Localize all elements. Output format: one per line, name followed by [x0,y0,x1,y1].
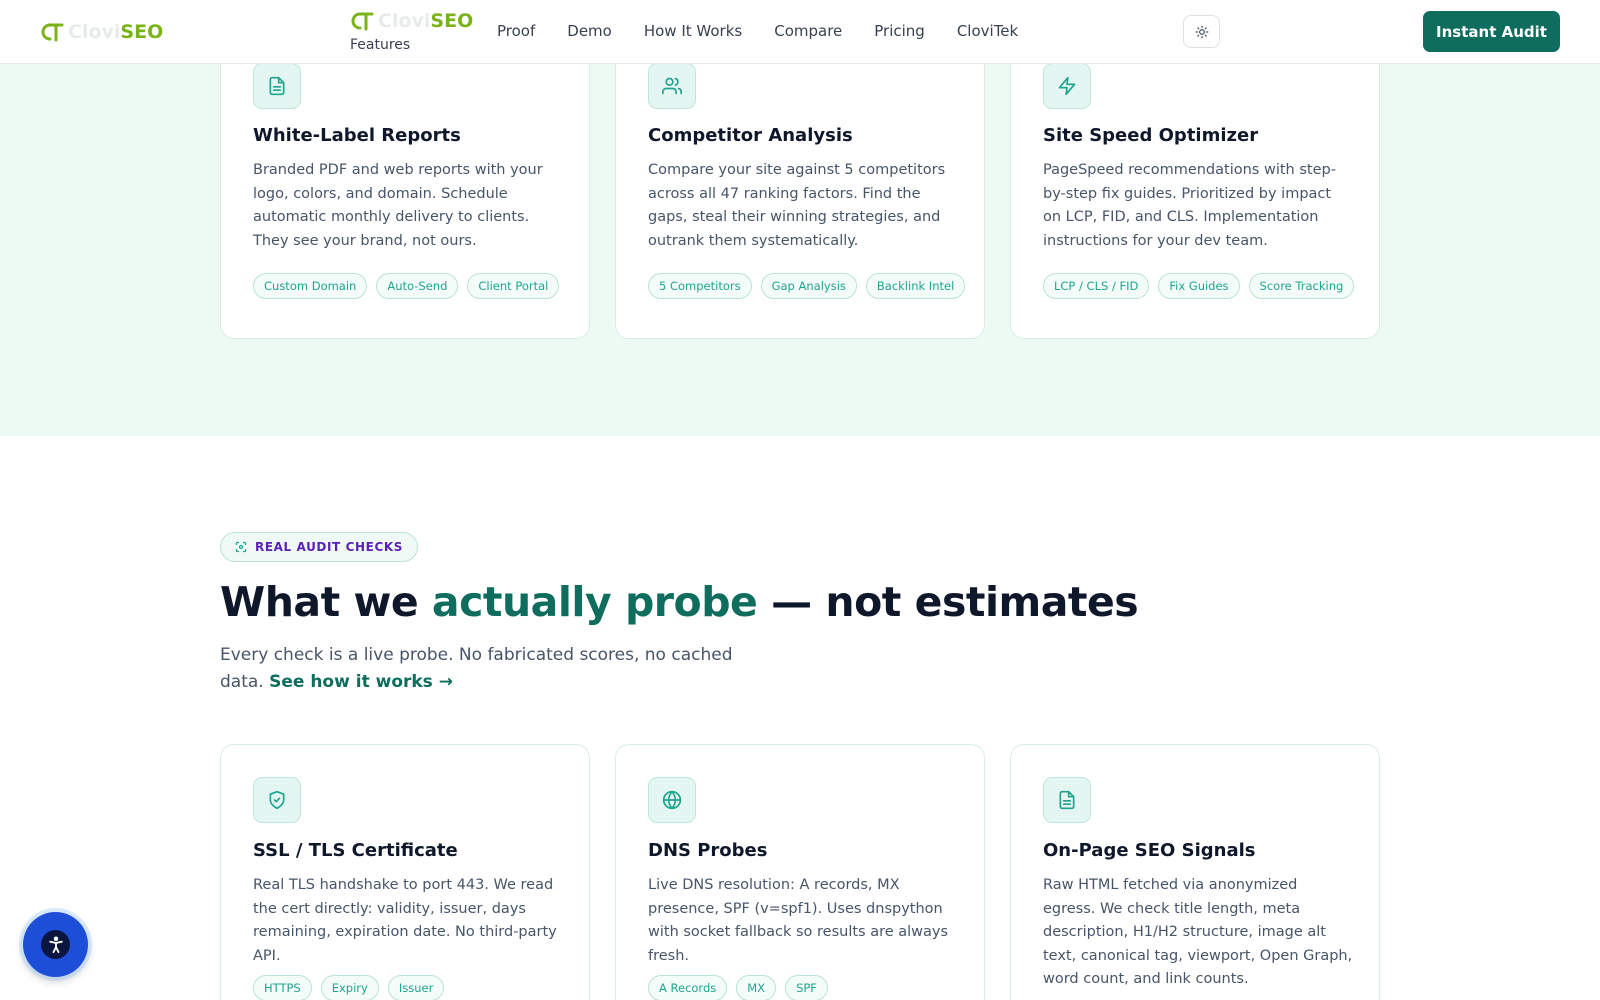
users-icon [648,63,696,109]
tag: 5 Competitors [648,273,752,299]
tag: Issuer [387,975,445,1000]
section-badge: REAL AUDIT CHECKS [220,532,418,562]
tag-list: 5 Competitors Gap Analysis Backlink Inte… [648,273,966,299]
headline-accent: actually probe [431,578,758,626]
document-icon [253,63,301,109]
main-nav: Proof Demo How It Works Compare Pricing … [497,22,1018,40]
sun-icon [1195,25,1208,38]
tag: Gap Analysis [760,273,857,299]
tag-list: HTTPS Expiry Issuer [253,975,445,1000]
card-title: SSL / TLS Certificate [253,840,458,861]
tag-list: LCP / CLS / FID Fix Guides Score Trackin… [1043,273,1355,299]
scan-icon [235,541,247,553]
tag: Auto-Send [376,273,459,299]
instant-audit-button[interactable]: Instant Audit [1423,11,1560,52]
card-description: PageSpeed recommendations with step-by-s… [1043,162,1336,249]
nav-item-how-it-works[interactable]: How It Works [644,22,742,40]
card-title: Competitor Analysis [648,125,853,146]
brand-name-part2: SEO [430,10,474,32]
audit-card-dns: DNS Probes Live DNS resolution: A record… [615,744,985,1000]
tag: Client Portal [467,273,560,299]
top-navigation: Clovi SEO Clovi SEO Features Proof Demo Ho… [0,0,1600,64]
nav-item-demo[interactable]: Demo [567,22,612,40]
nav-item-proof[interactable]: Proof [497,22,535,40]
audit-card-on-page-seo: On-Page SEO Signals Raw HTML fetched via… [1010,744,1380,1000]
section-headline: What we actually probe — not estimates [220,578,1139,626]
card-description: Real TLS handshake to port 443. We read … [253,877,557,964]
tag: Custom Domain [253,273,368,299]
tag: Expiry [320,975,379,1000]
tag: MX [736,975,777,1000]
tag: Backlink Intel [865,273,966,299]
card-title: White-Label Reports [253,125,461,146]
tag-list: A Records MX SPF [648,975,828,1000]
logo-mark-icon [348,9,374,33]
tag: HTTPS [253,975,312,1000]
tag: SPF [785,975,828,1000]
nav-item-pricing[interactable]: Pricing [874,22,925,40]
nav-item-clovitek[interactable]: CloviTek [957,22,1018,40]
globe-icon [648,777,696,823]
nav-item-features[interactable]: Features [350,37,410,53]
document-icon [1043,777,1091,823]
headline-part1: What we [220,578,432,626]
nav-item-compare[interactable]: Compare [774,22,842,40]
brand-name-part1: Clovi [68,21,121,43]
card-description: Branded PDF and web reports with your lo… [253,162,543,249]
tag-list: Custom Domain Auto-Send Client Portal [253,273,560,299]
shield-check-icon [253,777,301,823]
tag: LCP / CLS / FID [1043,273,1150,299]
brand-name-part2: SEO [120,21,164,43]
brand-name-part1: Clovi [378,10,431,32]
card-title: On-Page SEO Signals [1043,840,1256,861]
lightning-icon [1043,63,1091,109]
card-title: Site Speed Optimizer [1043,125,1259,146]
accessibility-icon [41,930,70,959]
section-subtitle: Every check is a live probe. No fabricat… [220,642,780,696]
card-description: Live DNS resolution: A records, MX prese… [648,877,949,964]
tag: A Records [648,975,728,1000]
brand-logo[interactable]: Clovi SEO [38,20,163,44]
features-section: White-Label Reports Branded PDF and web … [0,0,1600,436]
card-description: Raw HTML fetched via anonymized egress. … [1043,877,1353,987]
logo-mark-icon [38,20,64,44]
tag: Fix Guides [1158,273,1240,299]
card-description: Compare your site against 5 competitors … [648,162,946,249]
how-it-works-link[interactable]: See how it works → [269,672,453,692]
tag: Score Tracking [1248,273,1355,299]
theme-toggle-button[interactable] [1183,15,1220,48]
card-title: DNS Probes [648,840,768,861]
badge-label: REAL AUDIT CHECKS [255,540,403,554]
audit-card-ssl: SSL / TLS Certificate Real TLS handshake… [220,744,590,1000]
brand-logo-secondary[interactable]: Clovi SEO [348,9,473,33]
accessibility-button[interactable] [23,912,88,977]
headline-part2: — not estimates [757,578,1139,626]
